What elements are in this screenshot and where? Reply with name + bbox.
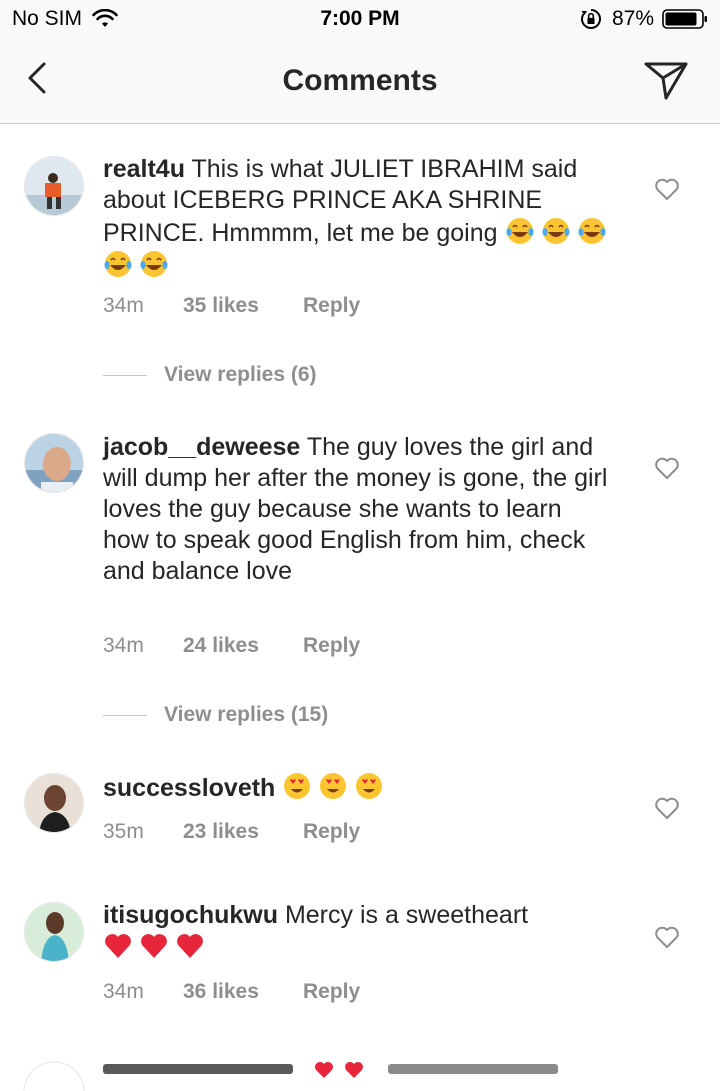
- reply-button[interactable]: Reply: [303, 820, 360, 844]
- laughing-crying-emoji-icon: [506, 218, 533, 244]
- likes-count[interactable]: 35 likes: [183, 294, 303, 318]
- like-heart-icon[interactable]: [654, 925, 680, 949]
- comment-meta: 35m 23 likes Reply: [103, 820, 360, 844]
- comment-body: itisugochukwu Mercy is a sweetheart: [103, 900, 613, 964]
- emoji-group: [103, 934, 211, 962]
- direct-share-icon[interactable]: [642, 58, 690, 102]
- page-title: Comments: [282, 64, 438, 97]
- comment-time: 34m: [103, 634, 144, 657]
- comment-body: successloveth: [103, 771, 613, 804]
- red-heart-emoji-icon: [105, 934, 131, 958]
- view-replies-button[interactable]: View replies (15): [103, 703, 328, 727]
- avatar[interactable]: [24, 902, 84, 962]
- reply-button[interactable]: Reply: [303, 634, 360, 658]
- like-heart-icon[interactable]: [654, 456, 680, 480]
- heart-eyes-emoji-icon: [284, 773, 311, 799]
- comment-username[interactable]: successloveth: [103, 774, 275, 802]
- avatar-photo: [25, 434, 83, 492]
- laughing-crying-emoji-icon: [578, 218, 605, 244]
- likes-count[interactable]: 23 likes: [183, 820, 303, 844]
- avatar[interactable]: [24, 773, 84, 833]
- divider: [103, 714, 147, 716]
- like-heart-icon[interactable]: [654, 177, 680, 201]
- comment-meta: 34m 36 likes Reply: [103, 980, 360, 1004]
- comment-body: jacob__deweese The guy loves the girl an…: [103, 432, 613, 587]
- laughing-crying-emoji-icon: [104, 251, 132, 277]
- comment-username[interactable]: realt4u: [103, 155, 185, 183]
- red-heart-emoji-icon: [141, 934, 167, 958]
- status-bar: No SIM 7:00 PM 87%: [0, 0, 720, 40]
- comment-username[interactable]: jacob__deweese: [103, 433, 300, 461]
- view-replies-label: View replies (15): [164, 703, 329, 726]
- view-replies-label: View replies (6): [164, 363, 317, 386]
- rotation-lock-icon: [580, 9, 601, 29]
- avatar-photo: [25, 774, 83, 832]
- heart-eyes-emoji-icon: [356, 773, 383, 799]
- avatar[interactable]: [24, 156, 84, 216]
- reply-button[interactable]: Reply: [303, 980, 360, 1004]
- comment-text: Mercy is a sweetheart: [284, 901, 529, 929]
- comment-meta: 34m 24 likes Reply: [103, 634, 360, 658]
- divider: [103, 374, 147, 376]
- view-replies-button[interactable]: View replies (6): [103, 363, 317, 387]
- avatar-photo: [25, 157, 83, 215]
- cut-off-comment-graphic: [23, 1061, 558, 1091]
- comment-body: realt4u This is what JULIET IBRAHIM said…: [103, 154, 613, 282]
- avatar-photo: [25, 903, 83, 961]
- comment-meta: 34m 35 likes Reply: [103, 294, 360, 318]
- comment-time: 34m: [103, 980, 144, 1003]
- heart-eyes-emoji-icon: [320, 773, 347, 799]
- avatar[interactable]: [24, 433, 84, 493]
- nav-bar: Comments: [0, 40, 720, 124]
- likes-count[interactable]: 36 likes: [183, 980, 303, 1004]
- comment-time: 35m: [103, 820, 144, 843]
- battery-area: 87%: [580, 7, 708, 31]
- laughing-crying-emoji-icon: [542, 218, 569, 244]
- next-comment-peek: [0, 1056, 720, 1091]
- laughing-crying-emoji-icon: [140, 251, 168, 277]
- reply-button[interactable]: Reply: [303, 294, 360, 318]
- like-heart-icon[interactable]: [654, 796, 680, 820]
- comment-username[interactable]: itisugochukwu: [103, 901, 278, 929]
- battery-icon: [662, 9, 707, 29]
- likes-count[interactable]: 24 likes: [183, 634, 303, 658]
- red-heart-emoji-icon: [177, 934, 203, 958]
- emoji-group: [282, 773, 390, 802]
- comment-time: 34m: [103, 294, 144, 317]
- battery-percent: 87%: [611, 7, 654, 30]
